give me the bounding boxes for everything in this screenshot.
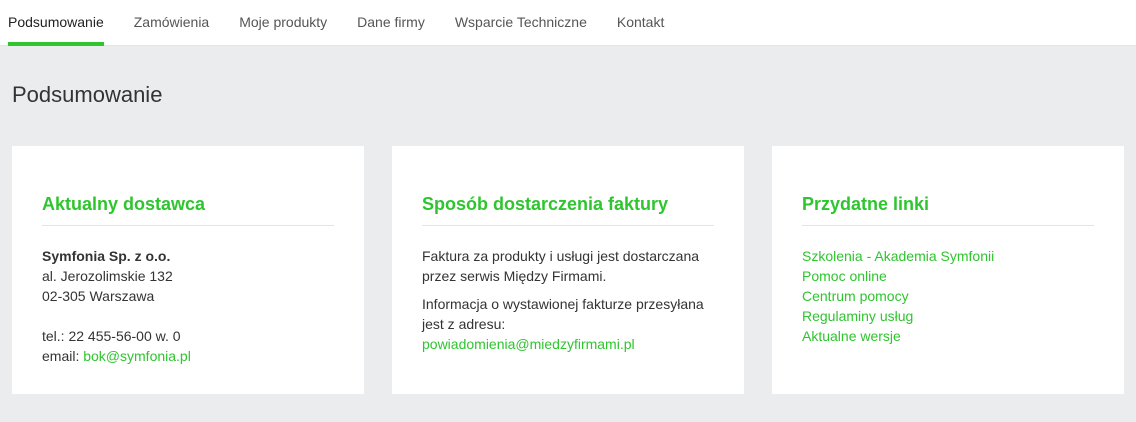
supplier-email-label: email: <box>42 348 84 364</box>
links-heading: Przydatne linki <box>802 194 1094 226</box>
supplier-email-link[interactable]: bok@symfonia.pl <box>83 348 191 364</box>
link-szkolenia[interactable]: Szkolenia - Akademia Symfonii <box>802 248 994 264</box>
tab-dane-firmy[interactable]: Dane firmy <box>357 0 425 46</box>
supplier-email-row: email: bok@symfonia.pl <box>42 346 334 366</box>
invoice-details: Faktura za produkty i usługi jest dostar… <box>422 246 714 354</box>
supplier-card: Aktualny dostawca Symfonia Sp. z o.o. al… <box>12 146 364 394</box>
tab-wsparcie-techniczne[interactable]: Wsparcie Techniczne <box>455 0 587 46</box>
supplier-phone: tel.: 22 455-56-00 w. 0 <box>42 328 181 344</box>
link-regulaminy[interactable]: Regulaminy usług <box>802 308 913 324</box>
invoice-text-1: Faktura za produkty i usługi jest dostar… <box>422 248 700 284</box>
supplier-street: al. Jerozolimskie 132 <box>42 268 173 284</box>
links-card: Przydatne linki Szkolenia - Akademia Sym… <box>772 146 1124 394</box>
link-pomoc-online[interactable]: Pomoc online <box>802 268 887 284</box>
supplier-city: 02-305 Warszawa <box>42 288 155 304</box>
invoice-text-2: Informacja o wystawionej fakturze przesy… <box>422 296 704 332</box>
page-title: Podsumowanie <box>12 82 163 107</box>
tab-moje-produkty[interactable]: Moje produkty <box>239 0 327 46</box>
invoice-email-link[interactable]: powiadomienia@miedzyfirmami.pl <box>422 336 635 352</box>
supplier-heading: Aktualny dostawca <box>42 194 334 226</box>
invoice-heading: Sposób dostarczenia faktury <box>422 194 714 226</box>
link-aktualne-wersje[interactable]: Aktualne wersje <box>802 328 901 344</box>
tab-kontakt[interactable]: Kontakt <box>617 0 664 46</box>
link-centrum-pomocy[interactable]: Centrum pomocy <box>802 288 909 304</box>
supplier-company: Symfonia Sp. z o.o. <box>42 248 171 264</box>
supplier-details: Symfonia Sp. z o.o. al. Jerozolimskie 13… <box>42 246 334 366</box>
top-navigation: Podsumowanie Zamówienia Moje produkty Da… <box>0 0 1136 46</box>
tab-podsumowanie[interactable]: Podsumowanie <box>8 0 104 46</box>
tab-bar: Podsumowanie Zamówienia Moje produkty Da… <box>0 0 1136 46</box>
links-list: Szkolenia - Akademia Symfonii Pomoc onli… <box>802 246 1094 346</box>
invoice-card: Sposób dostarczenia faktury Faktura za p… <box>392 146 744 394</box>
tab-zamowienia[interactable]: Zamówienia <box>134 0 209 46</box>
